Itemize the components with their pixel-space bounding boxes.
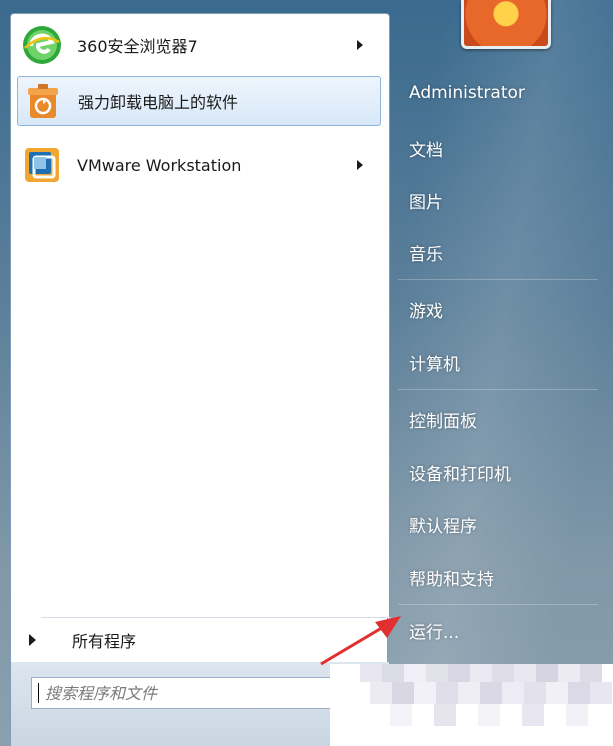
search-input[interactable] — [43, 682, 317, 704]
right-item-documents[interactable]: 文档 — [409, 136, 443, 161]
annotation-arrow-icon — [320, 616, 401, 666]
program-label: 360安全浏览器7 — [77, 37, 198, 56]
text-caret — [38, 683, 39, 703]
right-pane-separator — [398, 279, 598, 280]
uninstaller-icon — [28, 84, 58, 118]
program-label: 强力卸载电脑上的软件 — [78, 93, 239, 112]
vmware-icon — [25, 148, 59, 182]
right-item-music[interactable]: 音乐 — [409, 240, 443, 265]
program-item-uninstaller[interactable]: 强力卸载电脑上的软件 — [17, 76, 381, 126]
all-programs-label: 所有程序 — [72, 632, 137, 651]
submenu-arrow-icon — [357, 40, 363, 50]
right-item-games[interactable]: 游戏 — [409, 297, 443, 322]
user-account-picture[interactable] — [461, 0, 551, 49]
search-box[interactable] — [31, 677, 361, 709]
program-label: VMware Workstation — [77, 155, 242, 175]
right-item-control-panel[interactable]: 控制面板 — [409, 407, 477, 432]
program-item-360-browser[interactable]: 360安全浏览器7 — [17, 20, 381, 70]
right-item-user-folder[interactable]: Administrator — [409, 83, 525, 103]
360-browser-icon — [23, 26, 61, 64]
right-item-default-programs[interactable]: 默认程序 — [409, 512, 477, 537]
right-item-run[interactable]: 运行... — [409, 618, 459, 643]
right-item-computer[interactable]: 计算机 — [409, 350, 460, 375]
expand-arrow-icon — [29, 634, 36, 646]
program-item-vmware[interactable]: VMware Workstation — [17, 140, 381, 190]
right-pane-separator — [398, 389, 598, 390]
start-menu-program-list: 360安全浏览器7 强力卸载电脑上的软件 VMware Workstation — [10, 13, 391, 619]
right-pane-separator — [398, 604, 598, 605]
right-item-pictures[interactable]: 图片 — [409, 188, 443, 213]
right-item-devices-printers[interactable]: 设备和打印机 — [409, 460, 511, 485]
submenu-arrow-icon — [357, 160, 363, 170]
pixelated-mosaic-region — [330, 664, 613, 746]
right-item-help-support[interactable]: 帮助和支持 — [409, 565, 494, 590]
